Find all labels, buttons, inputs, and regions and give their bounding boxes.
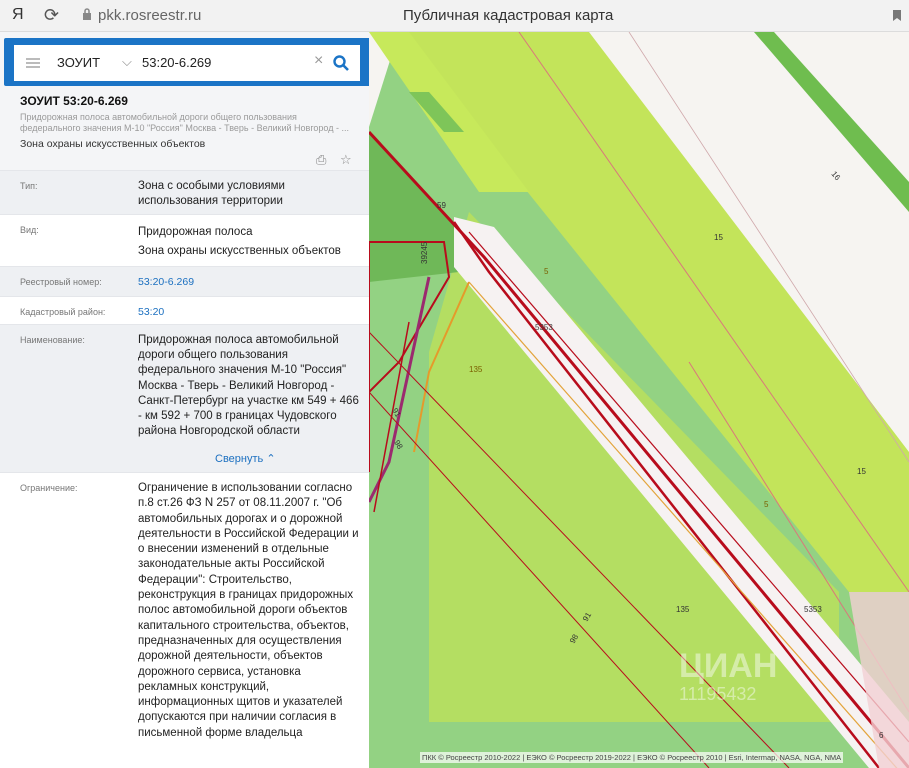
menu-icon[interactable]	[26, 58, 40, 68]
bookmark-icon[interactable]	[892, 9, 902, 22]
object-actions: ⎙ ☆	[316, 152, 362, 168]
map-label: 15	[857, 467, 866, 476]
star-icon[interactable]: ☆	[340, 152, 352, 167]
browser-toolbar: Я ⟳ pkk.rosreestr.ru Публичная кадастров…	[0, 0, 909, 32]
field-row-district: Кадастровый район: 53:20	[0, 296, 369, 324]
search-input[interactable]: 53:20-6.269	[142, 55, 211, 70]
collapse-link[interactable]: Свернуть ⌃	[215, 452, 276, 465]
page-title: Публичная кадастровая карта	[403, 7, 614, 24]
field-row-kind: Вид: Придорожная полоса Зона охраны иску…	[0, 214, 369, 266]
map-label: 59	[437, 201, 446, 210]
yandex-logo[interactable]: Я	[12, 6, 24, 24]
map-canvas[interactable]: 15 16 5 5353 135 15 5 135 5353 59 39245 …	[369, 32, 909, 768]
field-row-restriction: Ограничение: Ограничение в использовании…	[0, 472, 369, 768]
clear-icon[interactable]: ×	[314, 52, 323, 70]
search-icon[interactable]	[332, 54, 350, 72]
collapse-label: Свернуть	[215, 453, 264, 465]
lock-icon	[83, 8, 91, 20]
search-input-container[interactable]: ЗОУИТ ⌵ 53:20-6.269 ×	[14, 45, 360, 81]
map-view[interactable]: 15 16 5 5353 135 15 5 135 5353 59 39245 …	[369, 32, 909, 768]
field-row-registry: Реестровый номер: 53:20-6.269	[0, 266, 369, 296]
field-row-name: Наименование: Придорожная полоса автомоб…	[0, 324, 369, 472]
address-bar[interactable]: pkk.rosreestr.ru	[98, 7, 201, 24]
watermark-id: 11195432	[679, 684, 756, 704]
map-label: 135	[676, 605, 690, 614]
field-value: Ограничение в использовании согласно п.8…	[138, 482, 359, 739]
search-type-select[interactable]: ЗОУИТ	[57, 55, 100, 70]
object-zone: Зона охраны искусственных объектов	[20, 138, 206, 150]
map-label: 5353	[804, 605, 822, 614]
chevron-down-icon[interactable]: ⌵	[122, 54, 132, 70]
map-label: 135	[469, 365, 483, 374]
map-label: 39245	[420, 241, 429, 264]
field-value: Придорожная полоса Зона охраны искусстве…	[138, 226, 341, 257]
field-label: Кадастровый район:	[20, 307, 106, 317]
field-label: Вид:	[20, 225, 39, 235]
field-label: Тип:	[20, 181, 38, 191]
field-value: Зона с особыми условиями использования т…	[138, 180, 285, 208]
field-row-type: Тип: Зона с особыми условиями использова…	[0, 170, 369, 214]
registry-number-link[interactable]: 53:20-6.269	[138, 275, 360, 290]
field-label: Наименование:	[20, 335, 85, 345]
search-bar: ЗОУИТ ⌵ 53:20-6.269 × ‹	[4, 38, 369, 86]
reload-icon[interactable]: ⟳	[44, 5, 59, 26]
map-label: 15	[714, 233, 723, 242]
map-attribution: ПКК © Росреестр 2010-2022 | ЕЭКО © Росре…	[420, 752, 844, 763]
watermark: ЦИАН	[679, 647, 777, 685]
object-title: ЗОУИТ 53:20-6.269	[20, 94, 128, 108]
district-link[interactable]: 53:20	[138, 305, 360, 320]
object-subtitle: Придорожная полоса автомобильной дороги …	[20, 112, 349, 133]
chevron-up-icon: ⌃	[266, 453, 276, 465]
field-label: Реестровый номер:	[20, 277, 102, 287]
map-label: 5353	[535, 323, 553, 332]
map-label: 5	[764, 500, 769, 509]
map-label: 6	[879, 731, 884, 740]
print-icon[interactable]: ⎙	[316, 152, 326, 167]
field-value: Придорожная полоса автомобильной дороги …	[138, 334, 359, 438]
map-label: 5	[544, 267, 549, 276]
field-label: Ограничение:	[20, 483, 78, 493]
info-panel: ЗОУИТ ⌵ 53:20-6.269 × ‹ ЗОУИТ 53:20-6.26…	[0, 32, 369, 768]
